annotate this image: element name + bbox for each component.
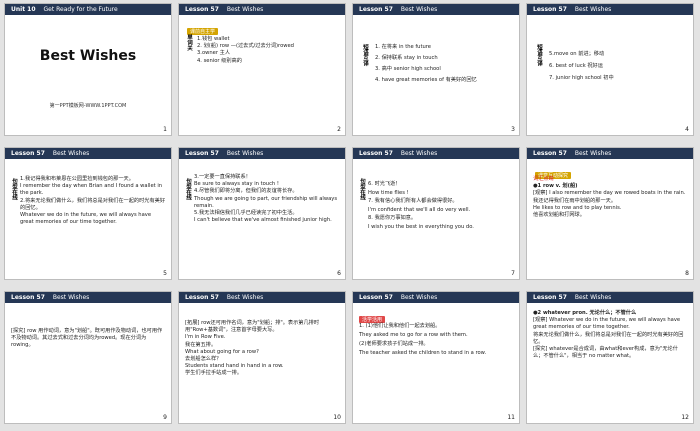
slide-number: 6 [337,270,341,277]
slide-thumbnail-6[interactable]: Lesson 57 Best Wishes 句型在线 3.一定要一直保持联系！ B… [178,147,346,280]
side-label: 句型在线 [359,178,365,200]
slide-body: 1.我记得我和布莱恩在公园里捡到钱包的那一天。 I remember the d… [20,176,166,226]
slide-thumbnail-5[interactable]: Lesson 57 Best Wishes 句型在线 1.我记得我和布莱恩在公园里… [4,147,172,280]
slide-body: ●2 whatever pron. 无论什么；不管什么 [观察] Whateve… [533,310,684,360]
slide-thumbnail-7[interactable]: Lesson 57 Best Wishes 句型在线 6. 时光飞逝！ How t… [352,147,520,280]
slide-body: [探究] row 用作动词，意为"划船"。既可用作及物动词，也可用作不及物动词。… [11,328,163,349]
slide-header: Lesson 57 Best Wishes [527,292,693,303]
slide-body: 1. (1)他们让我和他们一起去划船。 They asked me to go … [359,323,487,356]
slide-thumbnail-3[interactable]: Lesson 57 Best Wishes 短语互译 1. 在将来 in the … [352,3,520,136]
slide-header: Lesson 57 Best Wishes [527,148,693,159]
slide-number: 3 [511,126,515,133]
slide-header: Lesson 57 Best Wishes [5,292,171,303]
slide-thumbnail-10[interactable]: Lesson 57 Best Wishes [拓展] row还可用作名词，意为"划… [178,291,346,424]
slide-number: 8 [685,270,689,277]
slide-header: Lesson 57 Best Wishes [179,148,345,159]
slide-body: 5.move on 前进；移动 6. best of luck 祝好运 7. j… [549,51,614,81]
slide-thumbnail-12[interactable]: Lesson 57 Best Wishes ●2 whatever pron. 无… [526,291,694,424]
slide-number: 12 [681,414,689,421]
slide-number: 10 [333,414,341,421]
slide-header: Lesson 57 Best Wishes [527,4,693,15]
slide-header: Lesson 57 Best Wishes [179,292,345,303]
slide-body: 6. 时光飞逝！ How time flies ! 7. 我有信心我们所有人都会… [368,181,474,230]
slide-number: 2 [337,126,341,133]
slide-thumbnail-11[interactable]: Lesson 57 Best Wishes 活学活用 1. (1)他们让我和他们一… [352,291,520,424]
slide-grid: Unit 10 Get Ready for the Future Best Wis… [0,0,700,431]
side-label: 句型在线 [11,178,17,200]
slide-thumbnail-8[interactable]: Lesson 57 Best Wishes 课堂互动探究 词汇点睛 ●1 row … [526,147,694,280]
slide-body: 3.一定要一直保持联系！ Be sure to always stay in t… [194,174,338,224]
slide-number: 1 [163,126,167,133]
slide-header: Lesson 57 Best Wishes [353,148,519,159]
side-label: 短语互译 [362,44,368,66]
slide-number: 11 [507,414,515,421]
slide-header: Lesson 57 Best Wishes [353,292,519,303]
slide-title: Best Wishes [39,48,137,64]
slide-header: Unit 10 Get Ready for the Future [5,4,171,15]
side-label: 句型在线 [185,178,191,200]
side-label: 单词关 [186,34,192,51]
side-label: 短语互译 [536,44,542,66]
slide-number: 9 [163,414,167,421]
slide-body: 词汇点睛 ●1 row v. 划(船) [观察] I also remember… [533,176,686,219]
slide-header: Lesson 57 Best Wishes [5,148,171,159]
slide-number: 4 [685,126,689,133]
slide-number: 7 [511,270,515,277]
slide-body: [拓展] row还可用作名词，意为"划船；排"。表示第几排时用"Row+基数词"… [185,320,320,377]
slide-header: Lesson 57 Best Wishes [179,4,345,15]
slide-subtitle: 第一PPT模板网-WWW.1PPT.COM [49,103,127,109]
slide-thumbnail-2[interactable]: Lesson 57 Best Wishes 课前自主学 单词关 1.钱包 wall… [178,3,346,136]
slide-body: 1. 在将来 in the future 2. 保持联系 stay in tou… [375,44,477,83]
slide-thumbnail-4[interactable]: Lesson 57 Best Wishes 短语互译 5.move on 前进；移… [526,3,694,136]
slide-number: 5 [163,270,167,277]
slide-thumbnail-1[interactable]: Unit 10 Get Ready for the Future Best Wis… [4,3,172,136]
slide-header: Lesson 57 Best Wishes [353,4,519,15]
slide-thumbnail-9[interactable]: Lesson 57 Best Wishes [探究] row 用作动词，意为"划船… [4,291,172,424]
slide-body: 1.钱包 wallet 2. 划(船) row —(过去式/过去分词)rowed… [197,36,294,64]
